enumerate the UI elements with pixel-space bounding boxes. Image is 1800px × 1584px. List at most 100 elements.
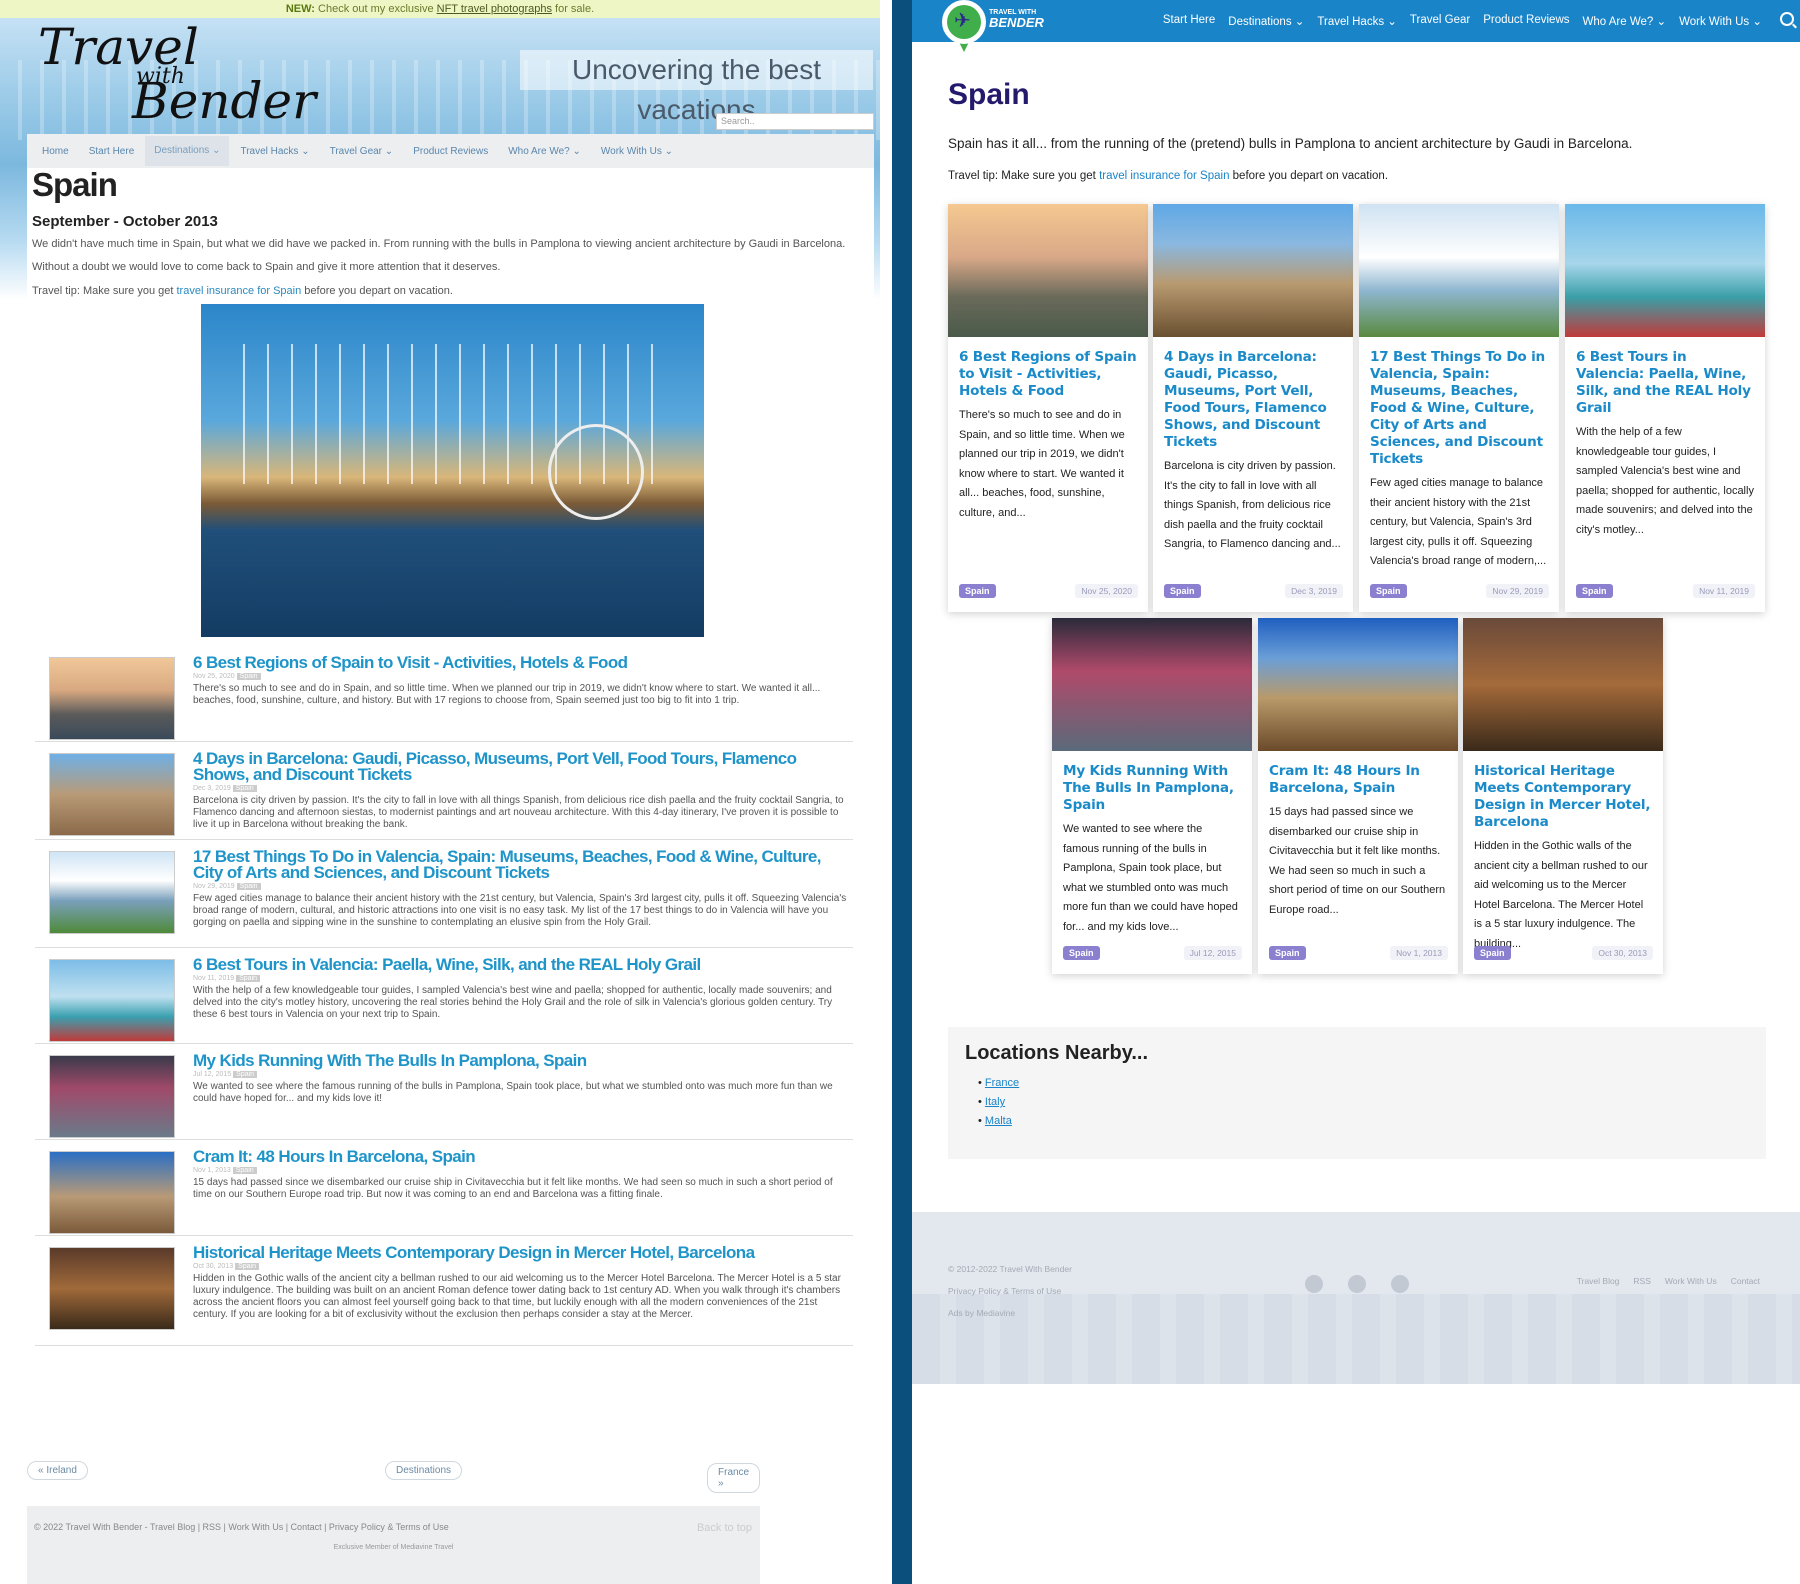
footer-link[interactable]: Work With Us (1665, 1276, 1717, 1286)
post-thumbnail[interactable] (49, 1151, 175, 1234)
post-thumbnail[interactable] (49, 657, 175, 740)
new-nav-item[interactable]: Travel Hacks ⌄ (1317, 14, 1397, 28)
card-image[interactable] (1153, 204, 1353, 337)
back-to-top[interactable]: Back to top (697, 1522, 752, 1534)
old-nav-item[interactable]: Travel Hacks ⌄ (231, 146, 318, 157)
card-title[interactable]: 6 Best Tours in Valencia: Paella, Wine, … (1565, 337, 1765, 417)
card-excerpt: There's so much to see and do in Spain, … (959, 409, 1125, 519)
post-title[interactable]: Historical Heritage Meets Contemporary D… (193, 1244, 853, 1261)
post-tag[interactable]: Spain (236, 673, 261, 680)
old-nav-item[interactable]: Product Reviews (404, 146, 497, 157)
card-title[interactable]: Historical Heritage Meets Contemporary D… (1463, 751, 1663, 831)
post-card[interactable]: Cram It: 48 Hours In Barcelona, Spain 15 … (1258, 618, 1458, 974)
old-logo[interactable]: Travel with Bender (38, 22, 316, 126)
post-title[interactable]: My Kids Running With The Bulls In Pamplo… (193, 1052, 853, 1069)
new-insurance-link[interactable]: travel insurance for Spain (1099, 170, 1229, 182)
card-image[interactable] (1463, 618, 1663, 751)
old-nav-item[interactable]: Destinations ⌄ (145, 136, 230, 166)
footer-link[interactable]: Travel Blog (1577, 1276, 1620, 1286)
new-nav-item[interactable]: Travel Gear (1410, 14, 1470, 28)
post-tag[interactable]: Spain (235, 1263, 259, 1270)
card-tag[interactable]: Spain (1164, 584, 1201, 598)
post-tag[interactable]: Spain (236, 975, 261, 982)
old-nav-item[interactable]: Start Here (80, 146, 144, 157)
destinations-link[interactable]: Destinations (385, 1461, 463, 1480)
notice-link[interactable]: NFT travel photographs (437, 3, 552, 15)
post-card[interactable]: 6 Best Tours in Valencia: Paella, Wine, … (1565, 204, 1765, 612)
new-logo-text[interactable]: TRAVEL WITH BENDER (989, 8, 1044, 29)
card-tag[interactable]: Spain (1269, 946, 1306, 960)
new-nav-item[interactable]: Start Here (1163, 14, 1215, 28)
footer-link[interactable]: RSS (1633, 1276, 1650, 1286)
footer-link[interactable]: Contact (1731, 1276, 1760, 1286)
card-title[interactable]: 6 Best Regions of Spain to Visit - Activ… (948, 337, 1148, 400)
nearby-link[interactable]: Malta (985, 1115, 1012, 1127)
pinterest-icon[interactable] (1391, 1275, 1409, 1293)
new-nav-item[interactable]: Work With Us ⌄ (1679, 14, 1762, 28)
post-title[interactable]: Cram It: 48 Hours In Barcelona, Spain (193, 1148, 853, 1165)
card-tag[interactable]: Spain (1063, 946, 1100, 960)
card-tag[interactable]: Spain (959, 584, 996, 598)
card-title[interactable]: Cram It: 48 Hours In Barcelona, Spain (1258, 751, 1458, 797)
post-tag[interactable]: Spain (236, 883, 261, 890)
post-card[interactable]: 17 Best Things To Do in Valencia, Spain:… (1359, 204, 1559, 612)
twitter-icon[interactable] (1305, 1275, 1323, 1293)
card-title[interactable]: 4 Days in Barcelona: Gaudi, Picasso, Mus… (1153, 337, 1353, 451)
post-title[interactable]: 6 Best Regions of Spain to Visit - Activ… (193, 654, 853, 671)
card-tag[interactable]: Spain (1576, 584, 1613, 598)
post-card[interactable]: 4 Days in Barcelona: Gaudi, Picasso, Mus… (1153, 204, 1353, 612)
post-tag[interactable]: Spain (232, 785, 257, 792)
new-nav-item[interactable]: Product Reviews (1483, 14, 1569, 28)
card-image[interactable] (1359, 204, 1559, 337)
post-thumbnail[interactable] (49, 851, 175, 934)
old-search-input[interactable]: Search.. (716, 113, 874, 130)
card-tag[interactable]: Spain (1474, 946, 1511, 960)
post-title[interactable]: 4 Days in Barcelona: Gaudi, Picasso, Mus… (193, 750, 853, 783)
post-card[interactable]: Historical Heritage Meets Contemporary D… (1463, 618, 1663, 974)
card-image[interactable] (1565, 204, 1765, 337)
insurance-link[interactable]: travel insurance for Spain (177, 285, 302, 297)
new-nav-item[interactable]: Who Are We? ⌄ (1583, 14, 1667, 28)
card-image[interactable] (948, 204, 1148, 337)
card-title[interactable]: My Kids Running With The Bulls In Pamplo… (1052, 751, 1252, 814)
old-nav-item[interactable]: Travel Gear ⌄ (321, 146, 403, 157)
post-title[interactable]: 17 Best Things To Do in Valencia, Spain:… (193, 848, 853, 881)
post-thumbnail[interactable] (49, 753, 175, 836)
post-card[interactable]: My Kids Running With The Bulls In Pamplo… (1052, 618, 1252, 974)
post-list-item[interactable]: 6 Best Tours in Valencia: Paella, Wine, … (35, 948, 853, 1044)
post-list-item[interactable]: 4 Days in Barcelona: Gaudi, Picasso, Mus… (35, 742, 853, 840)
old-nav-item[interactable]: Who Are We? ⌄ (499, 146, 590, 157)
next-link[interactable]: France » (707, 1463, 761, 1493)
card-image[interactable] (1258, 618, 1458, 751)
post-list-item[interactable]: 17 Best Things To Do in Valencia, Spain:… (35, 840, 853, 948)
post-list-item[interactable]: Cram It: 48 Hours In Barcelona, Spain Nov… (35, 1140, 853, 1236)
post-tag[interactable]: Spain (232, 1167, 257, 1174)
post-list-item[interactable]: My Kids Running With The Bulls In Pamplo… (35, 1044, 853, 1140)
card-date: Nov 1, 2013 (1390, 946, 1448, 960)
old-footer-links[interactable]: © 2022 Travel With Bender - Travel Blog … (34, 1522, 449, 1532)
post-thumbnail[interactable] (49, 1055, 175, 1138)
old-nav-item[interactable]: Home (33, 146, 78, 157)
post-list-item[interactable]: Historical Heritage Meets Contemporary D… (35, 1236, 853, 1346)
nearby-link[interactable]: Italy (985, 1096, 1005, 1108)
footer-ads-link[interactable]: Ads by Mediavine (948, 1308, 1015, 1318)
post-list-item[interactable]: 6 Best Regions of Spain to Visit - Activ… (35, 646, 853, 742)
prev-link[interactable]: « Ireland (27, 1461, 88, 1480)
new-nav-item[interactable]: Destinations ⌄ (1228, 14, 1304, 28)
search-icon[interactable] (1780, 12, 1794, 26)
post-tag[interactable]: Spain (233, 1071, 258, 1078)
card-title[interactable]: 17 Best Things To Do in Valencia, Spain:… (1359, 337, 1559, 468)
post-date: Nov 1, 2013 (193, 1167, 231, 1174)
footer-privacy-link[interactable]: Privacy Policy & Terms of Use (948, 1286, 1061, 1296)
new-logo-icon[interactable]: ✈ (942, 0, 988, 56)
facebook-icon[interactable] (1348, 1275, 1366, 1293)
post-title[interactable]: 6 Best Tours in Valencia: Paella, Wine, … (193, 956, 853, 973)
post-card[interactable]: 6 Best Regions of Spain to Visit - Activ… (948, 204, 1148, 612)
old-nav-item[interactable]: Work With Us ⌄ (592, 146, 682, 157)
card-tag[interactable]: Spain (1370, 584, 1407, 598)
post-thumbnail[interactable] (49, 1247, 175, 1330)
nearby-link[interactable]: France (985, 1077, 1019, 1089)
card-image[interactable] (1052, 618, 1252, 751)
post-thumbnail[interactable] (49, 959, 175, 1042)
old-nav: Home Start Here Destinations ⌄ Travel Hacks… (27, 134, 874, 168)
